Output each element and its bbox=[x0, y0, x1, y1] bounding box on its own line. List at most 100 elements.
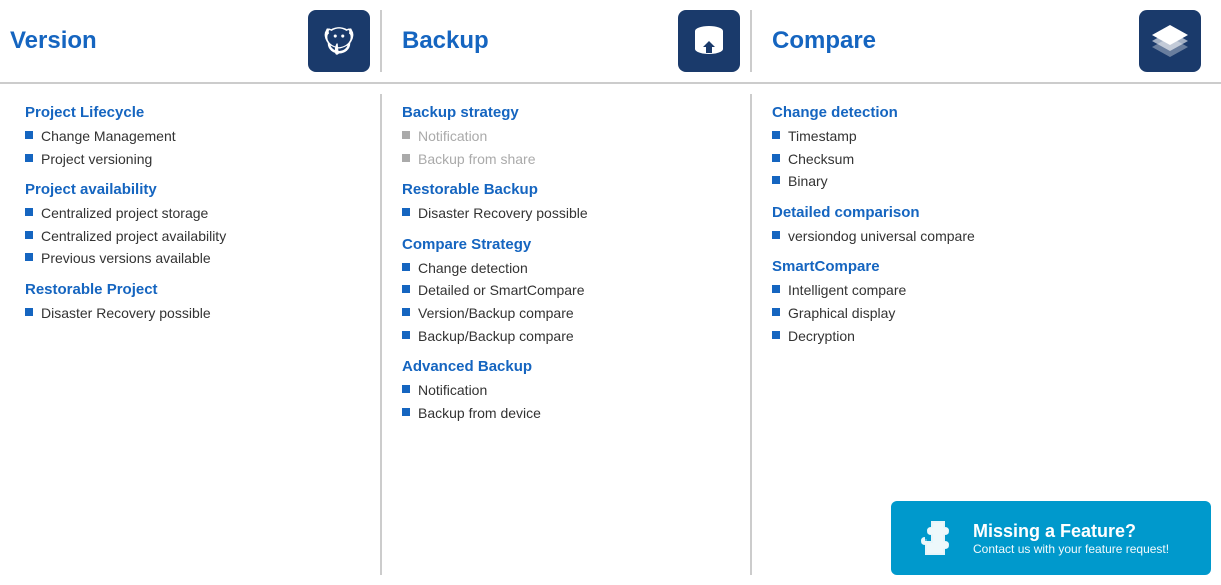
bullet-icon bbox=[25, 308, 33, 316]
list-item-text: Disaster Recovery possible bbox=[418, 204, 588, 224]
backup-column: Backup strategy Notification Backup from s… bbox=[380, 94, 750, 575]
list-item: Backup/Backup compare bbox=[402, 327, 735, 347]
version-column: Project Lifecycle Change Management Projec… bbox=[10, 94, 380, 575]
bullet-list-backup-col-3: Notification Backup from device bbox=[402, 381, 735, 423]
list-item-text: Backup from device bbox=[418, 404, 541, 424]
bullet-icon bbox=[772, 154, 780, 162]
bullet-list-backup-col-0: Notification Backup from share bbox=[402, 127, 735, 169]
bullet-icon bbox=[772, 285, 780, 293]
list-item-text: Decryption bbox=[788, 327, 855, 347]
list-item: Graphical display bbox=[772, 304, 1196, 324]
version-title: Version bbox=[10, 27, 308, 55]
list-item: Previous versions available bbox=[25, 249, 365, 269]
backup-header: Backup bbox=[380, 10, 750, 72]
bullet-list-compare-col-1: versiondog universal compare bbox=[772, 227, 1196, 247]
list-item: Version/Backup compare bbox=[402, 304, 735, 324]
list-item: Binary bbox=[772, 172, 1196, 192]
missing-feature-text: Missing a Feature? Contact us with your … bbox=[973, 521, 1169, 556]
version-header: Version bbox=[10, 10, 380, 72]
missing-feature-subtitle: Contact us with your feature request! bbox=[973, 542, 1169, 556]
database-svg bbox=[689, 21, 729, 61]
bullet-icon bbox=[402, 208, 410, 216]
compare-title: Compare bbox=[772, 27, 1139, 55]
list-item-text: Binary bbox=[788, 172, 828, 192]
list-item-text: Centralized project availability bbox=[41, 227, 226, 247]
bullet-list-version-col-0: Change Management Project versioning bbox=[25, 127, 365, 169]
puzzle-icon bbox=[909, 513, 959, 563]
section-title-backup-col-1: Restorable Backup bbox=[402, 181, 735, 198]
bullet-icon bbox=[402, 308, 410, 316]
list-item-text: Notification bbox=[418, 127, 487, 147]
bullet-list-compare-col-0: Timestamp ChecksumBinary bbox=[772, 127, 1196, 192]
missing-feature-title: Missing a Feature? bbox=[973, 521, 1169, 542]
list-item: Centralized project storage bbox=[25, 204, 365, 224]
list-item-text: Disaster Recovery possible bbox=[41, 304, 211, 324]
list-item: Change Management bbox=[25, 127, 365, 147]
missing-feature-banner[interactable]: Missing a Feature? Contact us with your … bbox=[891, 501, 1211, 575]
list-item-text: Change Management bbox=[41, 127, 176, 147]
list-item: Project versioning bbox=[25, 150, 365, 170]
layers-icon bbox=[1139, 10, 1201, 72]
list-item-text: Backup/Backup compare bbox=[418, 327, 574, 347]
list-item: Backup from device bbox=[402, 404, 735, 424]
section-title-version-col-2: Restorable Project bbox=[25, 281, 365, 298]
section-title-backup-col-2: Compare Strategy bbox=[402, 236, 735, 253]
bullet-icon bbox=[25, 131, 33, 139]
bullet-icon bbox=[25, 154, 33, 162]
bullet-icon bbox=[25, 208, 33, 216]
bullet-list-version-col-1: Centralized project storage Centralized p… bbox=[25, 204, 365, 269]
list-item-text: Backup from share bbox=[418, 150, 536, 170]
database-icon bbox=[678, 10, 740, 72]
bullet-icon bbox=[772, 176, 780, 184]
bullet-icon bbox=[772, 131, 780, 139]
list-item-text: Checksum bbox=[788, 150, 854, 170]
list-item: Disaster Recovery possible bbox=[402, 204, 735, 224]
list-item: Checksum bbox=[772, 150, 1196, 170]
section-title-version-col-0: Project Lifecycle bbox=[25, 104, 365, 121]
page-wrapper: Version bbox=[0, 0, 1221, 585]
list-item: Notification bbox=[402, 127, 735, 147]
header-row: Version bbox=[0, 0, 1221, 84]
section-title-compare-col-2: SmartCompare bbox=[772, 258, 1196, 275]
list-item-text: Centralized project storage bbox=[41, 204, 208, 224]
bullet-icon bbox=[772, 231, 780, 239]
layers-svg bbox=[1150, 21, 1190, 61]
list-item: Notification bbox=[402, 381, 735, 401]
list-item-text: Version/Backup compare bbox=[418, 304, 574, 324]
bullet-icon bbox=[402, 131, 410, 139]
list-item: Decryption bbox=[772, 327, 1196, 347]
section-title-backup-col-3: Advanced Backup bbox=[402, 358, 735, 375]
bullet-icon bbox=[402, 285, 410, 293]
bullet-list-backup-col-2: Change detectionDetailed or SmartCompare… bbox=[402, 259, 735, 346]
list-item: Disaster Recovery possible bbox=[25, 304, 365, 324]
bullet-list-backup-col-1: Disaster Recovery possible bbox=[402, 204, 735, 224]
list-item-text: Previous versions available bbox=[41, 249, 211, 269]
elephant-svg bbox=[319, 21, 359, 61]
section-title-compare-col-0: Change detection bbox=[772, 104, 1196, 121]
list-item: Intelligent compare bbox=[772, 281, 1196, 301]
bullet-icon bbox=[772, 331, 780, 339]
list-item-text: Project versioning bbox=[41, 150, 152, 170]
section-title-compare-col-1: Detailed comparison bbox=[772, 204, 1196, 221]
list-item: Centralized project availability bbox=[25, 227, 365, 247]
compare-header: Compare bbox=[750, 10, 1211, 72]
bullet-icon bbox=[772, 308, 780, 316]
list-item-text: Timestamp bbox=[788, 127, 857, 147]
bullet-icon bbox=[402, 385, 410, 393]
section-title-backup-col-0: Backup strategy bbox=[402, 104, 735, 121]
bullet-icon bbox=[402, 331, 410, 339]
bullet-icon bbox=[402, 408, 410, 416]
bullet-icon bbox=[25, 231, 33, 239]
list-item-text: Notification bbox=[418, 381, 487, 401]
list-item-text: Intelligent compare bbox=[788, 281, 906, 301]
bullet-icon bbox=[402, 263, 410, 271]
backup-title: Backup bbox=[402, 27, 678, 55]
list-item: Detailed or SmartCompare bbox=[402, 281, 735, 301]
bullet-icon bbox=[25, 253, 33, 261]
list-item: Timestamp bbox=[772, 127, 1196, 147]
list-item: versiondog universal compare bbox=[772, 227, 1196, 247]
list-item-text: Change detection bbox=[418, 259, 528, 279]
list-item: Backup from share bbox=[402, 150, 735, 170]
main-content: Version bbox=[0, 0, 1221, 585]
list-item-text: Detailed or SmartCompare bbox=[418, 281, 585, 301]
